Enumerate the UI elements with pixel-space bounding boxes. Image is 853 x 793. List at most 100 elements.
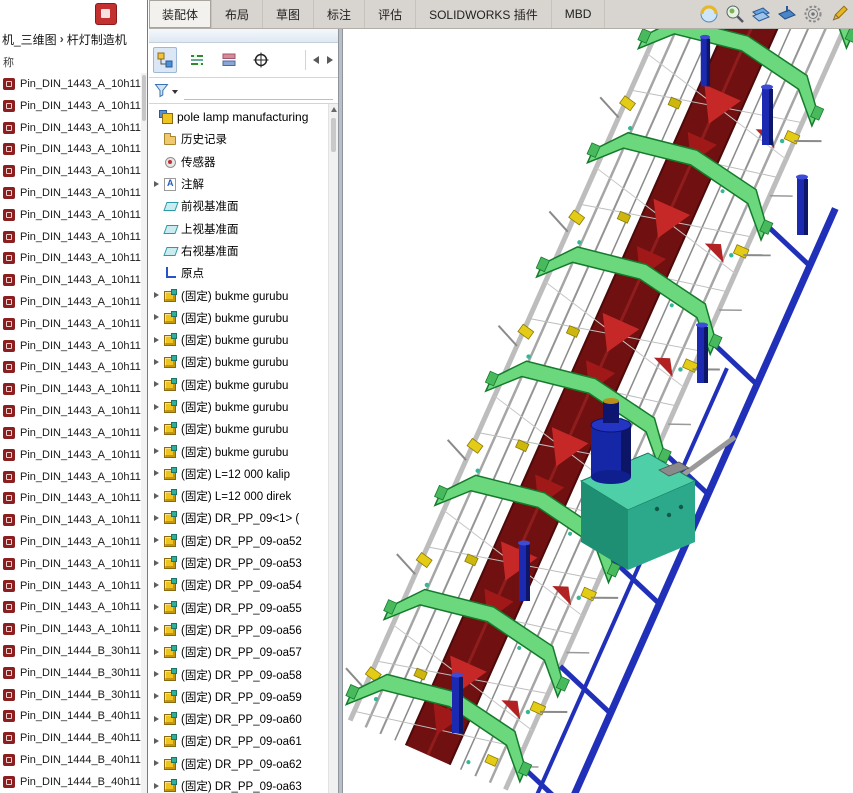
expand-arrow-icon[interactable] (152, 290, 163, 301)
expand-arrow-icon[interactable] (152, 424, 163, 435)
tab-dimxpertmanager[interactable] (249, 47, 273, 73)
file-row[interactable]: Pin_DIN_1443_A_10h11x2 (0, 618, 147, 640)
panel-tab-scroll-left-icon[interactable] (312, 55, 320, 65)
file-row[interactable]: Pin_DIN_1443_A_10h11x2 (0, 466, 147, 488)
tree-item[interactable]: (固定) bukme gurubu (149, 329, 338, 351)
tree-item[interactable]: (固定) DR_PP_09-oa62 (149, 753, 338, 775)
tree-item[interactable]: 原点 (149, 262, 338, 284)
tree-item[interactable]: 上视基准面 (149, 217, 338, 239)
layer-pages-icon[interactable] (776, 3, 798, 25)
tree-item[interactable]: (固定) DR_PP_09-oa54 (149, 574, 338, 596)
file-row[interactable]: Pin_DIN_1443_A_10h11x2 (0, 160, 147, 182)
breadcrumb-item[interactable]: 杆灯制造机 (67, 31, 127, 48)
expand-arrow-icon[interactable] (152, 691, 163, 702)
file-row[interactable]: Pin_DIN_1443_A_10h11x2 (0, 531, 147, 553)
file-row[interactable]: Pin_DIN_1443_A_10h11x2 (0, 95, 147, 117)
file-row[interactable]: Pin_DIN_1443_A_10h11x2 (0, 313, 147, 335)
file-row[interactable]: Pin_DIN_1443_A_10h11x2 (0, 378, 147, 400)
expand-arrow-icon[interactable] (152, 223, 163, 234)
file-row[interactable]: Pin_DIN_1444_B_40h11x9 (0, 749, 147, 771)
expand-arrow-icon[interactable] (152, 491, 163, 502)
expand-arrow-icon[interactable] (152, 513, 163, 524)
tree-item[interactable]: (固定) DR_PP_09-oa55 (149, 597, 338, 619)
tab-configurationmanager[interactable] (217, 47, 241, 73)
ribbon-tab[interactable]: 布局 (212, 0, 264, 28)
expand-arrow-icon[interactable] (152, 402, 163, 413)
ribbon-tab[interactable]: 草图 (263, 0, 315, 28)
file-list-scrollbar[interactable] (141, 73, 147, 793)
display-sphere-icon[interactable] (698, 3, 720, 25)
file-row[interactable]: Pin_DIN_1443_A_10h11x2 (0, 357, 147, 379)
expand-arrow-icon[interactable] (152, 179, 163, 190)
expand-arrow-icon[interactable] (152, 669, 163, 680)
tree-item[interactable]: (固定) L=12 000 direk (149, 485, 338, 507)
file-row[interactable]: Pin_DIN_1443_A_10h11x2 (0, 422, 147, 444)
file-row[interactable]: Pin_DIN_1443_A_10h11x2 (0, 487, 147, 509)
tree-item[interactable]: 历史记录 (149, 128, 338, 150)
file-row[interactable]: Pin_DIN_1443_A_10h11x2 (0, 226, 147, 248)
expand-arrow-icon[interactable] (152, 736, 163, 747)
panel-tab-scroll-right-icon[interactable] (326, 55, 334, 65)
tree-item[interactable]: 前视基准面 (149, 195, 338, 217)
file-row[interactable]: Pin_DIN_1444_B_40h11x9 (0, 771, 147, 793)
expand-arrow-icon[interactable] (152, 602, 163, 613)
file-row[interactable]: Pin_DIN_1443_A_10h11x2 (0, 291, 147, 313)
file-row[interactable]: Pin_DIN_1443_A_10h11x2 (0, 248, 147, 270)
tree-item[interactable]: (固定) DR_PP_09-oa52 (149, 530, 338, 552)
archive-app-icon[interactable] (95, 3, 117, 25)
expand-arrow-icon[interactable] (152, 335, 163, 346)
tree-scrollbar[interactable] (328, 104, 338, 793)
tree-item[interactable]: (固定) bukme gurubu (149, 396, 338, 418)
file-row[interactable]: Pin_DIN_1443_A_10h11x2 (0, 182, 147, 204)
expand-arrow-icon[interactable] (152, 714, 163, 725)
file-row[interactable]: Pin_DIN_1443_A_10h11x2 (0, 400, 147, 422)
tree-item[interactable]: (固定) bukme gurubu (149, 351, 338, 373)
file-row[interactable]: Pin_DIN_1443_A_10h11x2 (0, 73, 147, 95)
zoom-lens-icon[interactable] (724, 3, 746, 25)
file-row[interactable]: Pin_DIN_1443_A_10h11x2 (0, 597, 147, 619)
section-pages-icon[interactable] (750, 3, 772, 25)
file-row[interactable]: Pin_DIN_1444_B_30h11x1 (0, 684, 147, 706)
expand-arrow-icon[interactable] (152, 624, 163, 635)
file-row[interactable]: Pin_DIN_1443_A_10h11x2 (0, 553, 147, 575)
expand-arrow-icon[interactable] (152, 446, 163, 457)
file-row[interactable]: Pin_DIN_1444_B_30h11x6 (0, 640, 147, 662)
expand-arrow-icon[interactable] (152, 781, 163, 792)
tree-item[interactable]: (固定) DR_PP_09-oa57 (149, 641, 338, 663)
tree-item[interactable]: (固定) DR_PP_09-oa53 (149, 552, 338, 574)
file-row[interactable]: Pin_DIN_1443_A_10h11x2 (0, 509, 147, 531)
viewport-3d[interactable] (343, 29, 853, 793)
ribbon-tab[interactable]: 装配体 (149, 0, 213, 28)
file-row[interactable]: Pin_DIN_1444_B_40h11x9 (0, 706, 147, 728)
file-row[interactable]: Pin_DIN_1443_A_10h11x2 (0, 269, 147, 291)
expand-arrow-icon[interactable] (152, 201, 163, 212)
tree-item[interactable]: 传感器 (149, 151, 338, 173)
tree-item[interactable]: (固定) DR_PP_09-oa63 (149, 775, 338, 793)
tab-featuremanager-tree[interactable] (153, 47, 177, 73)
tree-item[interactable]: (固定) DR_PP_09<1> ( (149, 507, 338, 529)
file-row[interactable]: Pin_DIN_1443_A_10h11x2 (0, 117, 147, 139)
tree-item[interactable]: (固定) DR_PP_09-oa58 (149, 663, 338, 685)
expand-arrow-icon[interactable] (152, 535, 163, 546)
file-row[interactable]: Pin_DIN_1443_A_10h11x2 (0, 335, 147, 357)
expand-arrow-icon[interactable] (152, 758, 163, 769)
tree-item[interactable]: (固定) DR_PP_09-oa59 (149, 686, 338, 708)
expand-arrow-icon[interactable] (152, 647, 163, 658)
tree-item[interactable]: (固定) DR_PP_09-oa60 (149, 708, 338, 730)
tree-item[interactable]: (固定) bukme gurubu (149, 307, 338, 329)
expand-arrow-icon[interactable] (152, 134, 163, 145)
expand-arrow-icon[interactable] (152, 468, 163, 479)
tree-item[interactable]: (固定) bukme gurubu (149, 284, 338, 306)
expand-arrow-icon[interactable] (152, 558, 163, 569)
tree-item[interactable]: 右视基准面 (149, 240, 338, 262)
expand-arrow-icon[interactable] (152, 245, 163, 256)
expand-arrow-icon[interactable] (152, 379, 163, 390)
tab-propertymanager[interactable] (185, 47, 209, 73)
tree-item[interactable]: (固定) bukme gurubu (149, 418, 338, 440)
tree-item[interactable]: (固定) DR_PP_09-oa61 (149, 730, 338, 752)
filter-input[interactable] (184, 81, 333, 100)
tree-item[interactable]: (固定) DR_PP_09-oa56 (149, 619, 338, 641)
gear-icon[interactable] (802, 3, 824, 25)
pencil-icon[interactable] (828, 3, 850, 25)
file-row[interactable]: Pin_DIN_1443_A_10h11x2 (0, 575, 147, 597)
